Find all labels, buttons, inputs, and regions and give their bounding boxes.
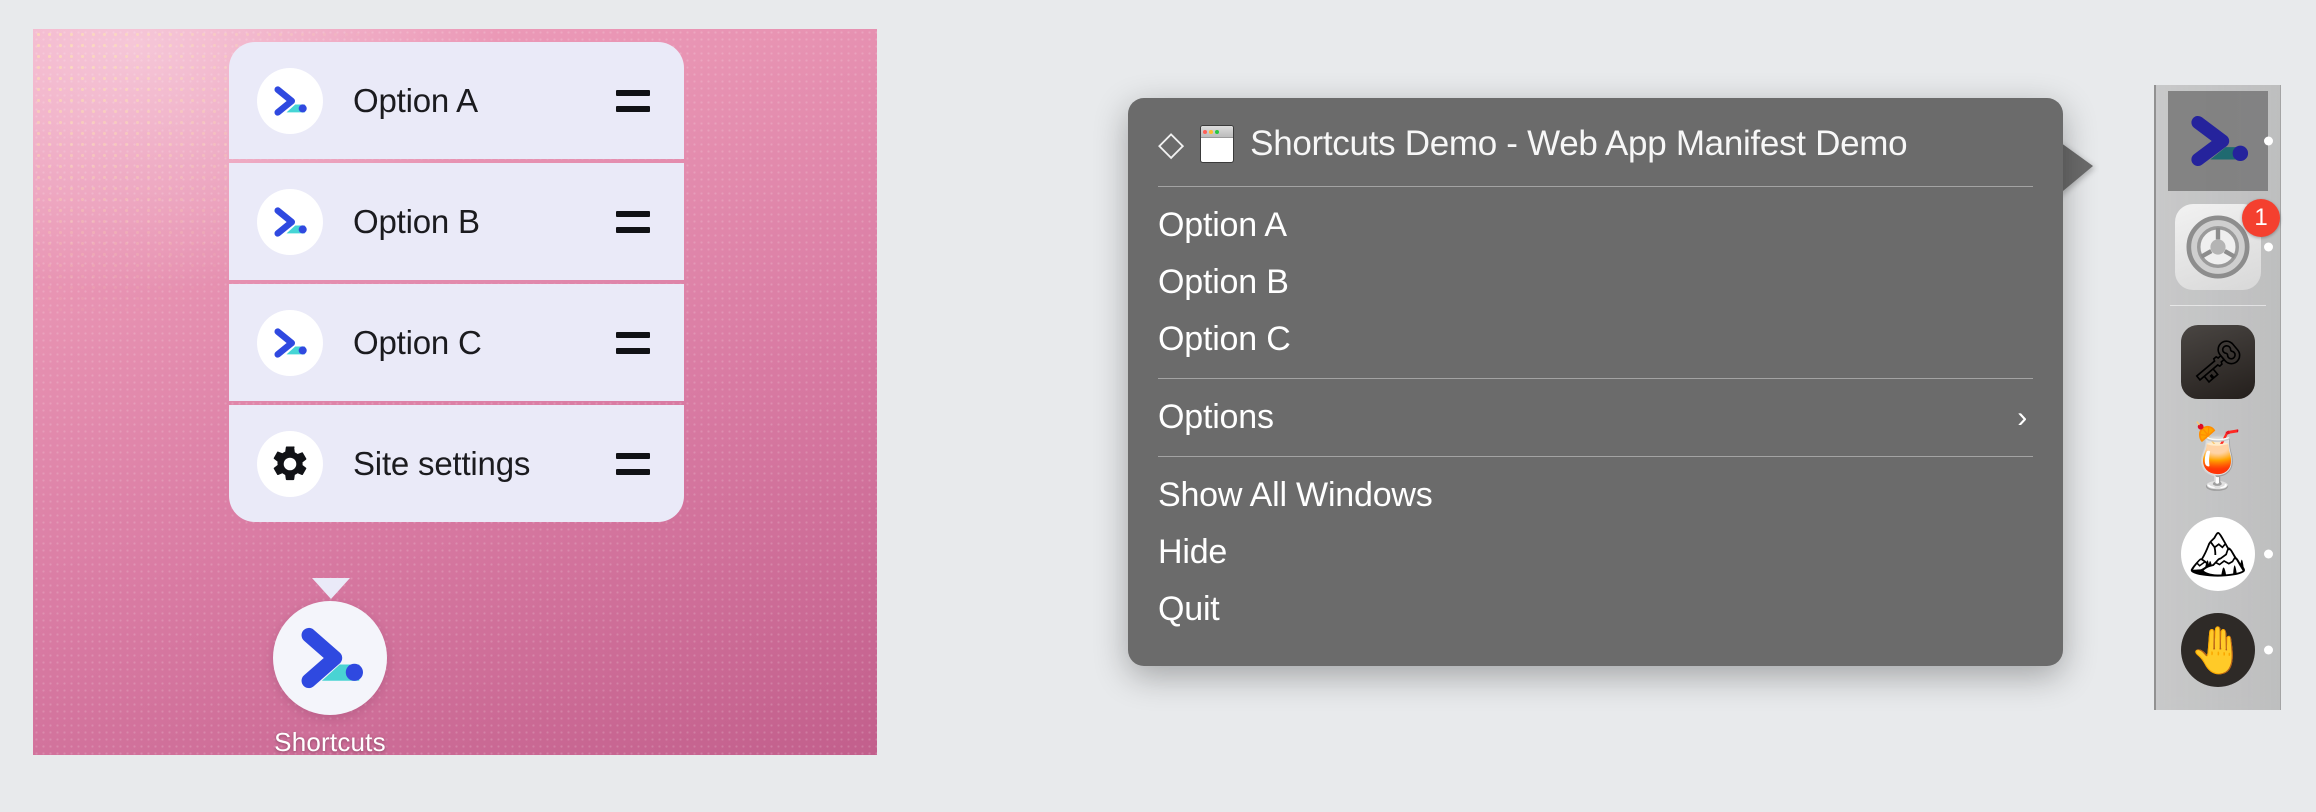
dock-item-orange-app[interactable]: 🤚 (2156, 602, 2280, 698)
shortcut-preview-panel: Option A Option B (33, 29, 877, 755)
macos-dock: 1 🗝 🍹 🏔 (2154, 85, 2281, 710)
menu-item-option-b[interactable]: Option B (1128, 254, 2063, 311)
menu-item-hide[interactable]: Hide (1128, 524, 2063, 581)
shortcuts-app-icon[interactable] (273, 601, 387, 715)
keys-glyph: 🗝 (2191, 341, 2244, 383)
shortcut-card-label: Option C (353, 324, 616, 362)
dock-context-menu: ◇ Shortcuts Demo - Web App Manifest Demo… (1128, 98, 2063, 666)
menu-group-window-actions: Show All Windows Hide Quit (1128, 461, 2063, 644)
menu-item-quit[interactable]: Quit (1128, 581, 2063, 638)
menu-item-options[interactable]: Options › (1128, 389, 2063, 446)
menu-item-option-a[interactable]: Option A (1128, 197, 2063, 254)
shortcut-card-option-a[interactable]: Option A (229, 42, 684, 159)
menu-group-submenu: Options › (1128, 383, 2063, 452)
shortcuts-app-icon-label: Shortcuts (273, 727, 387, 755)
menu-separator (1158, 378, 2033, 379)
menu-item-option-c[interactable]: Option C (1128, 311, 2063, 368)
dock-item-keychain-access[interactable]: 🗝 (2156, 314, 2280, 410)
shortcut-card-option-c[interactable]: Option C (229, 284, 684, 401)
dock-item-shortcuts[interactable] (2156, 85, 2280, 197)
blue-app-glyph: 🏔 (2189, 527, 2247, 582)
shortcuts-glyph-icon (257, 310, 323, 376)
menu-item-label: Option B (1158, 263, 1289, 302)
orange-app-glyph: 🤚 (2189, 623, 2246, 678)
drag-handle-icon[interactable] (616, 211, 650, 233)
dock-item-blue-app[interactable]: 🏔 (2156, 506, 2280, 602)
shortcuts-glyph-icon (257, 189, 323, 255)
menu-item-label: Option C (1158, 320, 1291, 359)
menu-item-label: Quit (1158, 590, 1220, 629)
keychain-icon[interactable]: 🗝 (2181, 325, 2255, 399)
notification-badge: 1 (2242, 199, 2280, 237)
running-indicator (2264, 137, 2273, 146)
running-indicator (2264, 646, 2273, 655)
diamond-icon: ◇ (1158, 127, 1184, 161)
shortcut-card-label: Option B (353, 203, 616, 241)
drag-handle-icon[interactable] (616, 453, 650, 475)
drag-handle-icon[interactable] (616, 332, 650, 354)
shortcut-card-site-settings[interactable]: Site settings (229, 405, 684, 522)
orange-app-icon[interactable]: 🤚 (2181, 613, 2255, 687)
shortcuts-glyph-icon (257, 68, 323, 134)
dock-menu-header: ◇ Shortcuts Demo - Web App Manifest Demo (1128, 112, 2063, 182)
fruit-drink-icon[interactable]: 🍹 (2179, 427, 2256, 489)
shortcut-card-option-b[interactable]: Option B (229, 163, 684, 280)
menu-item-label: Option A (1158, 206, 1287, 245)
running-indicator (2264, 243, 2273, 252)
bubble-tail (312, 578, 350, 599)
menu-item-label: Options (1158, 398, 1274, 437)
shortcut-card-label: Option A (353, 82, 616, 120)
dock-item-fruit-drink[interactable]: 🍹 (2156, 410, 2280, 506)
menu-item-label: Show All Windows (1158, 476, 1433, 515)
drag-handle-icon[interactable] (616, 90, 650, 112)
dock-item-system-settings[interactable]: 1 (2156, 197, 2280, 297)
chevron-right-icon: › (2017, 403, 2027, 433)
window-icon (1200, 125, 1234, 163)
running-indicator (2264, 550, 2273, 559)
gear-icon (257, 431, 323, 497)
shortcuts-app-icon-block[interactable]: Shortcuts (273, 601, 387, 755)
shortcut-card-list: Option A Option B (229, 42, 684, 522)
dock-divider (2170, 305, 2266, 306)
dock-menu-title: Shortcuts Demo - Web App Manifest Demo (1250, 124, 1907, 164)
menu-separator (1158, 456, 2033, 457)
menu-group-options: Option A Option B Option C (1128, 191, 2063, 374)
shortcuts-dock-icon[interactable] (2168, 91, 2268, 191)
menu-item-show-all-windows[interactable]: Show All Windows (1128, 467, 2063, 524)
menu-item-label: Hide (1158, 533, 1227, 572)
blue-app-icon[interactable]: 🏔 (2181, 517, 2255, 591)
shortcut-card-label: Site settings (353, 445, 616, 483)
screenshot-root: Option A Option B (0, 0, 2316, 812)
menu-separator (1158, 186, 2033, 187)
